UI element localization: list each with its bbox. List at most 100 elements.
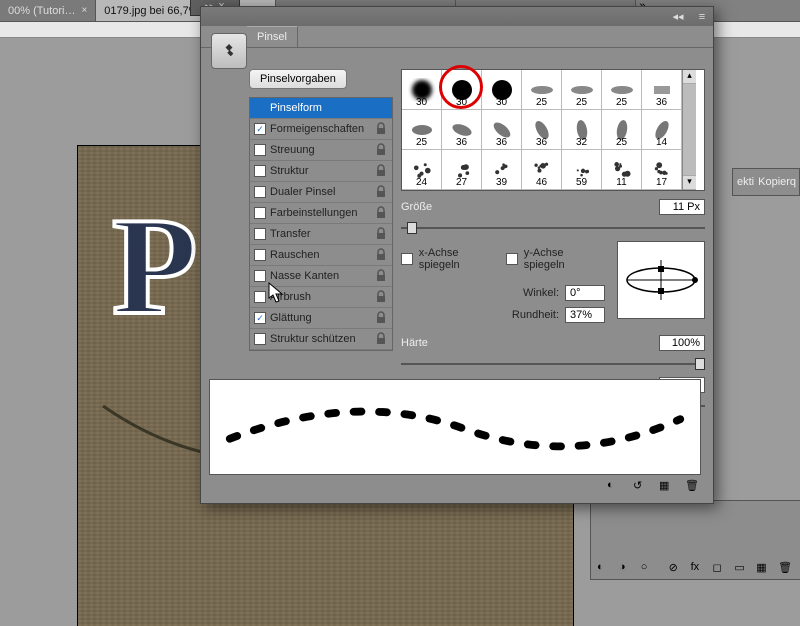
- brush-tip-cell[interactable]: 30: [442, 70, 482, 110]
- option-checkbox[interactable]: [254, 144, 266, 156]
- brush-presets-button[interactable]: Pinselvorgaben: [249, 69, 347, 89]
- lock-icon[interactable]: [375, 311, 388, 325]
- brush-tip-cell[interactable]: 24: [402, 150, 442, 190]
- brush-tip-cell[interactable]: 46: [522, 150, 562, 190]
- option-label: Struktur schützen: [270, 333, 356, 345]
- lock-icon[interactable]: [375, 332, 388, 346]
- option-label: Airbrush: [270, 291, 311, 303]
- flip-x-checkbox[interactable]: [401, 253, 413, 265]
- brush-option-row[interactable]: Struktur schützen: [250, 329, 392, 350]
- brush-tip-cell[interactable]: 14: [642, 110, 682, 150]
- brush-tip-cell[interactable]: 36: [482, 110, 522, 150]
- brush-tip-cell[interactable]: 32: [562, 110, 602, 150]
- brush-tip-size: 14: [656, 137, 667, 148]
- brush-tip-cell[interactable]: 36: [522, 110, 562, 150]
- scroll-down-icon[interactable]: ▾: [683, 176, 696, 190]
- layer-icon[interactable]: ◐: [597, 561, 613, 575]
- brush-tip-cell[interactable]: 25: [522, 70, 562, 110]
- link-icon[interactable]: ⊘: [669, 561, 685, 575]
- brush-tip-cell[interactable]: 25: [562, 70, 602, 110]
- angle-value[interactable]: 0°: [565, 285, 605, 301]
- scroll-up-icon[interactable]: ▴: [683, 70, 696, 84]
- option-checkbox[interactable]: [254, 228, 266, 240]
- brush-tip-cell[interactable]: 39: [482, 150, 522, 190]
- lock-icon[interactable]: [375, 248, 388, 262]
- option-checkbox[interactable]: [254, 207, 266, 219]
- folder-icon[interactable]: ▭: [734, 561, 750, 575]
- option-checkbox[interactable]: [254, 249, 266, 261]
- option-checkbox[interactable]: [254, 165, 266, 177]
- lock-icon[interactable]: [375, 290, 388, 304]
- reset-icon[interactable]: ↺: [633, 479, 649, 495]
- brush-tip-cell[interactable]: 25: [402, 110, 442, 150]
- layer-icon[interactable]: ○: [641, 561, 657, 575]
- option-checkbox[interactable]: [254, 291, 266, 303]
- brush-option-row[interactable]: Farbeinstellungen: [250, 203, 392, 224]
- panel-menu-icon[interactable]: ≡: [691, 11, 713, 23]
- flip-y-checkbox[interactable]: [506, 253, 518, 265]
- panel-tab-brush[interactable]: Pinsel: [247, 26, 298, 47]
- angle-roundness-widget[interactable]: [617, 241, 705, 319]
- lock-icon[interactable]: [375, 164, 388, 178]
- panel-titlebar[interactable]: ◂◂ ≡: [201, 7, 713, 26]
- option-checkbox[interactable]: [254, 333, 266, 345]
- toggle-preview-icon[interactable]: ◐: [607, 479, 623, 495]
- brush-option-row[interactable]: ✓ Formeigenschaften: [250, 119, 392, 140]
- collapse-arrows-icon[interactable]: ◂◂: [665, 10, 691, 23]
- brush-tip-cell[interactable]: 11: [602, 150, 642, 190]
- brush-tip-size: 36: [496, 137, 507, 148]
- brush-stroke-preview: [209, 379, 701, 475]
- side-panel-collapsed[interactable]: ekti Kopierq ▸▸: [732, 168, 800, 196]
- brush-tip-cell[interactable]: 36: [642, 70, 682, 110]
- document-tab[interactable]: 00% (Tutori…×: [0, 0, 96, 21]
- size-value[interactable]: 11 Px: [659, 199, 705, 215]
- brush-tip-size: 30: [456, 97, 467, 108]
- brush-tip-cell[interactable]: 59: [562, 150, 602, 190]
- flip-x-label: x-Achse spiegeln: [419, 247, 500, 271]
- brush-tip-cell[interactable]: 30: [402, 70, 442, 110]
- hardness-value[interactable]: 100%: [659, 335, 705, 351]
- brush-option-row[interactable]: Pinselform: [250, 98, 392, 119]
- option-checkbox[interactable]: [254, 186, 266, 198]
- brush-grid-scrollbar[interactable]: ▴▾: [682, 70, 696, 190]
- brush-option-row[interactable]: Dualer Pinsel: [250, 182, 392, 203]
- close-icon[interactable]: ×: [81, 5, 87, 16]
- lock-icon[interactable]: [375, 269, 388, 283]
- brush-tip-cell[interactable]: 30: [482, 70, 522, 110]
- hardness-slider[interactable]: [401, 357, 705, 371]
- new-preset-icon[interactable]: ▦: [659, 479, 675, 495]
- new-icon[interactable]: ▦: [756, 561, 772, 575]
- size-label: Größe: [401, 201, 432, 213]
- option-checkbox[interactable]: [254, 270, 266, 282]
- trash-icon[interactable]: 🗑: [685, 479, 701, 495]
- option-label: Formeigenschaften: [270, 123, 364, 135]
- lock-icon[interactable]: [375, 227, 388, 241]
- brush-tip-cell[interactable]: 36: [442, 110, 482, 150]
- fx-icon[interactable]: fx: [691, 561, 707, 575]
- brush-tip-cell[interactable]: 25: [602, 110, 642, 150]
- brush-tip-size: 30: [496, 97, 507, 108]
- mask-icon[interactable]: ◻: [712, 561, 728, 575]
- layer-icon[interactable]: ◑: [619, 561, 635, 575]
- brush-tip-cell[interactable]: 27: [442, 150, 482, 190]
- brush-option-row[interactable]: Struktur: [250, 161, 392, 182]
- brush-option-row[interactable]: Streuung: [250, 140, 392, 161]
- lock-icon[interactable]: [375, 143, 388, 157]
- trash-icon[interactable]: 🗑: [778, 561, 794, 575]
- lock-icon[interactable]: [375, 122, 388, 136]
- option-checkbox[interactable]: ✓: [254, 123, 266, 135]
- size-slider[interactable]: [401, 221, 705, 235]
- brush-tip-size: 59: [576, 177, 587, 188]
- brush-option-row[interactable]: Nasse Kanten: [250, 266, 392, 287]
- roundness-value[interactable]: 37%: [565, 307, 605, 323]
- brush-option-row[interactable]: Airbrush: [250, 287, 392, 308]
- brush-option-row[interactable]: Transfer: [250, 224, 392, 245]
- brush-option-row[interactable]: ✓Glättung: [250, 308, 392, 329]
- lock-icon[interactable]: [375, 185, 388, 199]
- lock-icon[interactable]: [375, 206, 388, 220]
- brush-tip-size: 36: [456, 137, 467, 148]
- brush-tip-cell[interactable]: 25: [602, 70, 642, 110]
- option-checkbox[interactable]: ✓: [254, 312, 266, 324]
- brush-tip-cell[interactable]: 17: [642, 150, 682, 190]
- brush-option-row[interactable]: Rauschen: [250, 245, 392, 266]
